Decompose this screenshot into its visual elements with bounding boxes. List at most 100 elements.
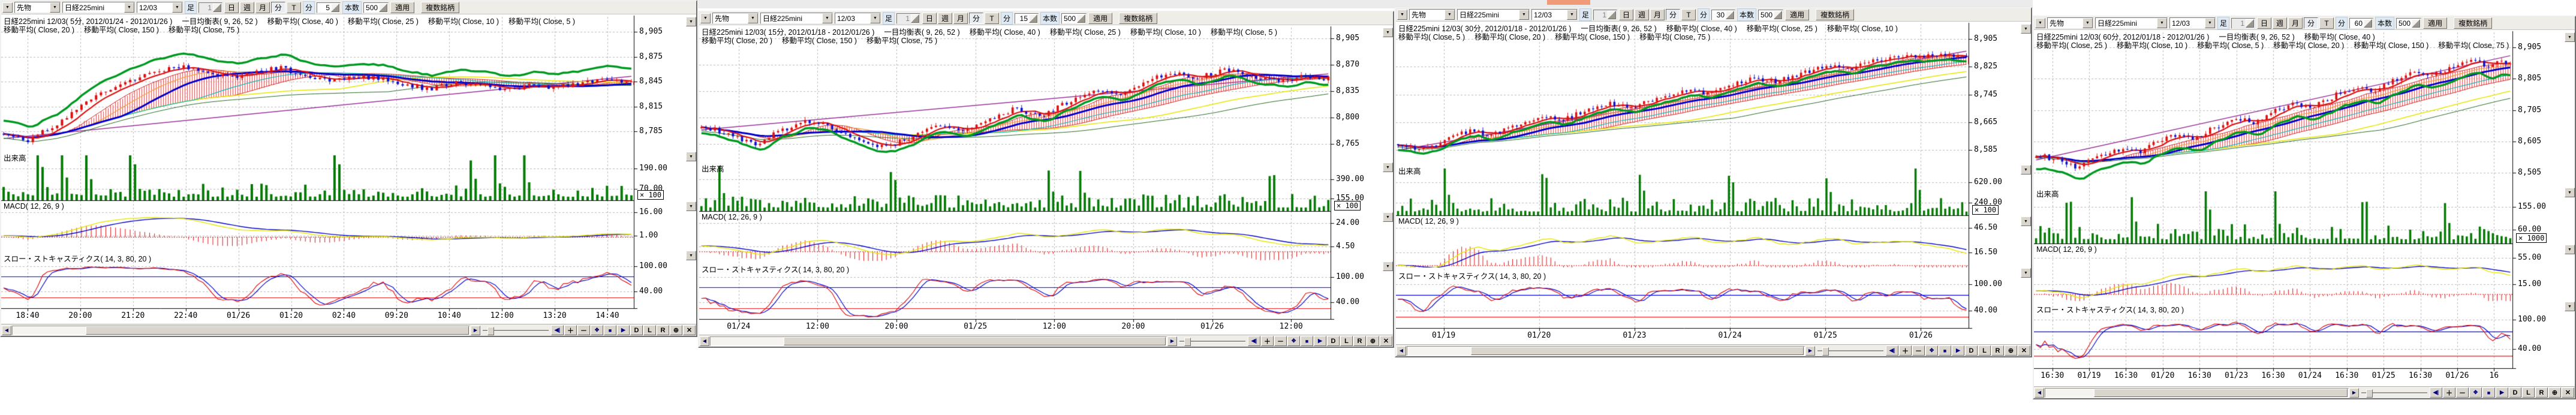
price-chart-canvas[interactable] [1396,22,2031,344]
volume-pane-settings-dropdown[interactable]: ▼ [686,152,696,161]
bar-count-spinner[interactable]: 500 [1061,13,1087,24]
contract-month-select[interactable]: 12/03 ▼ [835,13,881,24]
chart-tool-button[interactable]: ✕ [1380,336,1392,346]
bar-width-slider[interactable] [1179,336,1245,346]
category-select[interactable]: 先物 ▼ [14,2,61,13]
period-button[interactable]: 週 [240,2,254,13]
symbol-select[interactable]: 日経225mini ▼ [1457,9,1530,20]
daily-interval-spinner[interactable]: 1 [198,2,222,13]
chevron-down-icon[interactable]: ▼ [2083,18,2093,28]
chart-tool-button[interactable]: ⊕ [1367,336,1379,346]
scroll-right-button[interactable]: ▶ [1167,336,1177,346]
scrollbar-thumb[interactable] [784,337,1166,345]
main-pane-settings-dropdown[interactable]: ▼ [686,17,696,26]
stoch-pane-settings-dropdown[interactable]: ▼ [2021,268,2031,278]
scrollbar-thumb[interactable] [86,326,469,335]
daily-interval-spinner[interactable]: 1 [896,13,920,24]
volume-pane-settings-dropdown[interactable]: ▼ [2021,165,2031,175]
chevron-down-icon[interactable]: ▼ [1567,10,1577,20]
period-button[interactable]: 日 [224,2,239,13]
daily-interval-spinner[interactable]: 1 [2231,18,2255,29]
contract-month-select[interactable]: 12/03 ▼ [2169,17,2216,29]
chart-tool-button[interactable]: L [1978,345,1991,356]
main-pane-settings-dropdown[interactable]: ▼ [2565,32,2575,42]
price-chart-canvas[interactable] [1,14,696,324]
chart-tool-button[interactable]: ✕ [2562,387,2574,398]
chart-tool-button[interactable]: ■ [1939,345,1951,356]
chart-tool-button[interactable]: － [577,325,590,335]
chevron-down-icon[interactable]: ▼ [1445,10,1455,20]
chart-tool-button[interactable]: R [1991,345,2004,356]
spinner-grip-icon[interactable] [1608,11,1616,19]
chart-tool-button[interactable]: D [1327,336,1340,346]
main-pane-settings-dropdown[interactable]: ▼ [1383,28,1393,37]
chart-tool-button[interactable]: ✕ [2018,345,2030,356]
window-menu-button[interactable]: ▼ [2035,18,2045,28]
slider-thumb[interactable] [1184,338,1191,346]
chevron-down-icon[interactable]: ▼ [2157,18,2167,28]
apply-button[interactable]: 適用 [1088,13,1112,24]
apply-button[interactable]: 適用 [390,2,414,13]
chart-tool-button[interactable]: ＋ [564,325,577,335]
apply-button[interactable]: 適用 [2423,17,2447,29]
contract-month-select[interactable]: 12/03 ▼ [1531,9,1578,20]
chart-tool-button[interactable]: ✥ [1287,336,1300,346]
period-button[interactable]: T [2319,17,2334,29]
multi-symbol-button[interactable]: 複数銘柄 [1816,9,1854,20]
horizontal-scrollbar[interactable] [12,326,470,335]
chart-tool-button[interactable]: ◀| [1886,345,1898,356]
chart-tool-button[interactable]: － [1274,336,1287,346]
multi-symbol-button[interactable]: 複数銘柄 [2454,17,2492,29]
price-chart-canvas[interactable] [2034,30,2575,386]
chart-tool-button[interactable]: ＋ [1899,345,1912,356]
period-button[interactable]: 週 [2273,17,2287,29]
period-button[interactable]: 週 [1635,9,1649,20]
bar-width-slider[interactable] [483,326,549,335]
daily-interval-spinner[interactable]: 1 [1593,10,1617,20]
chart-tool-button[interactable]: － [1912,345,1925,356]
period-button[interactable]: T [1681,9,1696,20]
slider-thumb[interactable] [1822,347,1829,356]
period-button[interactable]: 日 [1619,9,1633,20]
chart-tool-button[interactable]: ▶ [1952,345,1964,356]
minute-interval-spinner[interactable]: 15 [1015,13,1039,24]
chart-tool-button[interactable]: R [1353,336,1366,346]
category-select[interactable]: 先物 ▼ [1409,9,1455,20]
bar-count-spinner[interactable]: 500 [2396,18,2421,29]
window-menu-button[interactable]: ▼ [2,2,13,13]
stoch-pane-settings-dropdown[interactable]: ▼ [2565,302,2575,311]
scrollbar-thumb[interactable] [1471,347,1804,355]
slider-thumb[interactable] [487,327,494,335]
spinner-grip-icon[interactable] [1726,11,1734,19]
scroll-left-button[interactable]: ◀ [2035,388,2044,398]
chart-tool-button[interactable]: ＋ [1261,336,1274,346]
chevron-down-icon[interactable]: ▼ [124,2,134,13]
chart-tool-button[interactable]: ■ [1301,336,1313,346]
multi-symbol-button[interactable]: 複数銘柄 [1119,13,1157,24]
scroll-left-button[interactable]: ◀ [2,326,11,335]
bar-width-slider[interactable] [1817,346,1883,356]
chart-tool-button[interactable]: ▶ [1314,336,1326,346]
chart-tool-button[interactable]: ✥ [2469,387,2482,398]
bar-count-spinner[interactable]: 500 [363,2,389,13]
period-button[interactable]: 分 [2304,17,2318,29]
spinner-grip-icon[interactable] [2412,19,2420,28]
volume-pane-settings-dropdown[interactable]: ▼ [1383,163,1393,172]
symbol-select[interactable]: 日経225mini ▼ [760,13,833,24]
chevron-down-icon[interactable]: ▼ [2205,18,2215,28]
main-pane-settings-dropdown[interactable]: ▼ [2021,24,2031,34]
scrollbar-thumb[interactable] [2094,389,2348,397]
chart-tool-button[interactable]: ■ [604,325,616,335]
slider-thumb[interactable] [2366,389,2373,398]
chart-tool-button[interactable]: － [2456,387,2469,398]
period-button[interactable]: 日 [2257,17,2271,29]
category-select[interactable]: 先物 ▼ [2047,17,2093,29]
minute-interval-spinner[interactable]: 30 [1711,10,1735,20]
symbol-select[interactable]: 日経225mini ▼ [62,2,135,13]
period-button[interactable]: 月 [2288,17,2303,29]
scroll-left-button[interactable]: ◀ [1397,346,1406,356]
chevron-down-icon[interactable]: ▼ [1519,10,1529,20]
period-button[interactable]: 分 [1666,9,1680,20]
stoch-pane-settings-dropdown[interactable]: ▼ [1383,261,1393,271]
window-menu-button[interactable]: ▼ [1397,10,1407,20]
